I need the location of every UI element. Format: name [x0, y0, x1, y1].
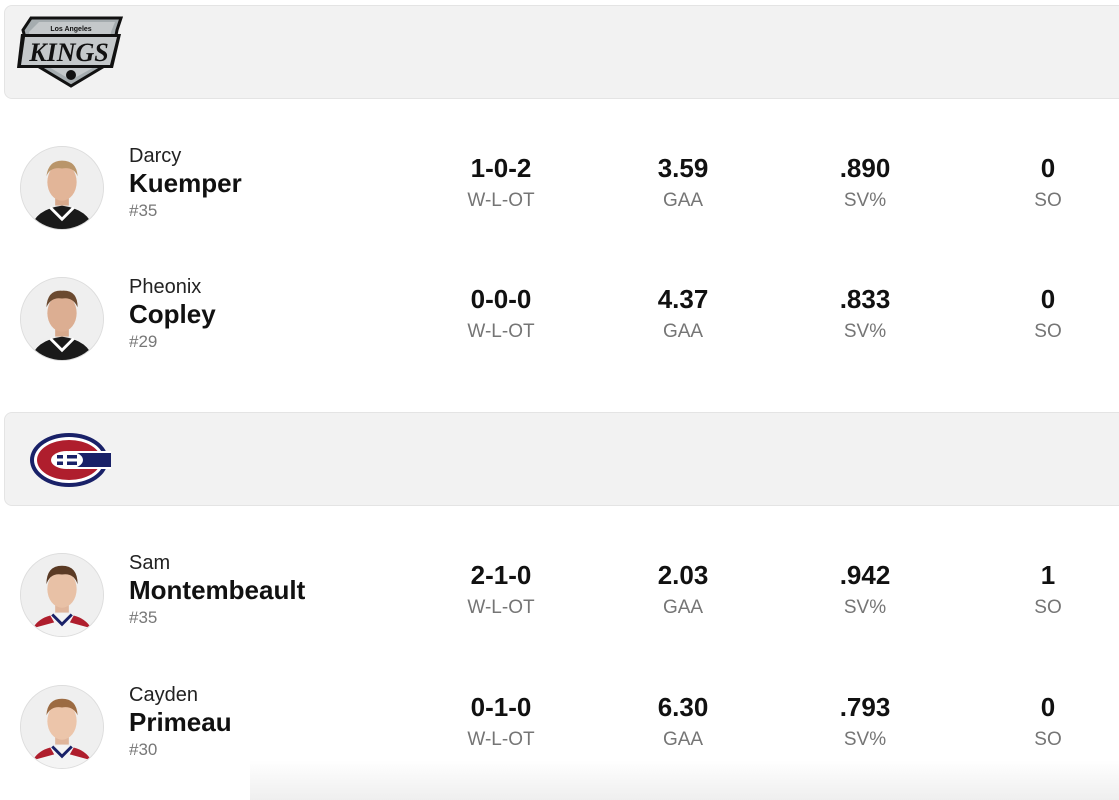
player-headshot: [20, 277, 104, 361]
stat-record: 0-1-0 W-L-OT: [467, 692, 535, 750]
svg-text:KINGS: KINGS: [28, 38, 108, 67]
goalie-row[interactable]: Sam Montembeault #35 2-1-0 W-L-OT 2.03 GAA…: [0, 545, 1119, 645]
stat-record: 2-1-0 W-L-OT: [467, 560, 535, 618]
goalie-row[interactable]: Pheonix Copley #29 0-0-0 W-L-OT 4.37 GAA .…: [0, 269, 1119, 369]
stat-gaa: 2.03 GAA: [657, 560, 709, 618]
player-last-name[interactable]: Copley: [129, 299, 216, 330]
stat-save-pct: .942 SV%: [839, 560, 891, 618]
player-last-name[interactable]: Kuemper: [129, 168, 242, 199]
player-headshot: [20, 553, 104, 637]
stat-shutouts: 0 SO: [1034, 692, 1062, 750]
player-last-name[interactable]: Montembeault: [129, 575, 305, 606]
player-number: #29: [129, 332, 158, 351]
stat-record: 0-0-0 W-L-OT: [467, 284, 535, 342]
stat-shutouts: 0 SO: [1034, 153, 1062, 211]
stat-shutouts: 0 SO: [1034, 284, 1062, 342]
player-first-name: Pheonix: [129, 276, 202, 298]
montreal-canadiens-logo[interactable]: [29, 431, 111, 489]
stat-gaa: 4.37 GAA: [657, 284, 709, 342]
player-number: #35: [129, 608, 158, 627]
player-headshot: [20, 685, 104, 769]
player-number: #30: [129, 740, 158, 759]
player-first-name: Cayden: [129, 684, 198, 706]
team-header-la-kings: Los Angeles KINGS: [4, 5, 1119, 99]
stat-save-pct: .833 SV%: [839, 284, 891, 342]
goalie-row[interactable]: Cayden Primeau #30 0-1-0 W-L-OT 6.30 GAA .…: [0, 677, 1119, 777]
stat-gaa: 3.59 GAA: [657, 153, 709, 211]
stat-shutouts: 1 SO: [1034, 560, 1062, 618]
stat-record: 1-0-2 W-L-OT: [467, 153, 535, 211]
stat-save-pct: .890 SV%: [839, 153, 891, 211]
player-number: #35: [129, 201, 158, 220]
player-first-name: Sam: [129, 552, 171, 574]
la-kings-logo[interactable]: Los Angeles KINGS: [17, 16, 125, 88]
player-headshot: [20, 146, 104, 230]
stat-gaa: 6.30 GAA: [657, 692, 709, 750]
stat-save-pct: .793 SV%: [839, 692, 891, 750]
svg-text:Los Angeles: Los Angeles: [50, 26, 91, 33]
player-first-name: Darcy: [129, 145, 182, 167]
player-last-name[interactable]: Primeau: [129, 707, 232, 738]
goalie-row[interactable]: Darcy Kuemper #35 1-0-2 W-L-OT 3.59 GAA .8…: [0, 138, 1119, 238]
team-header-montreal-canadiens: [4, 412, 1119, 506]
